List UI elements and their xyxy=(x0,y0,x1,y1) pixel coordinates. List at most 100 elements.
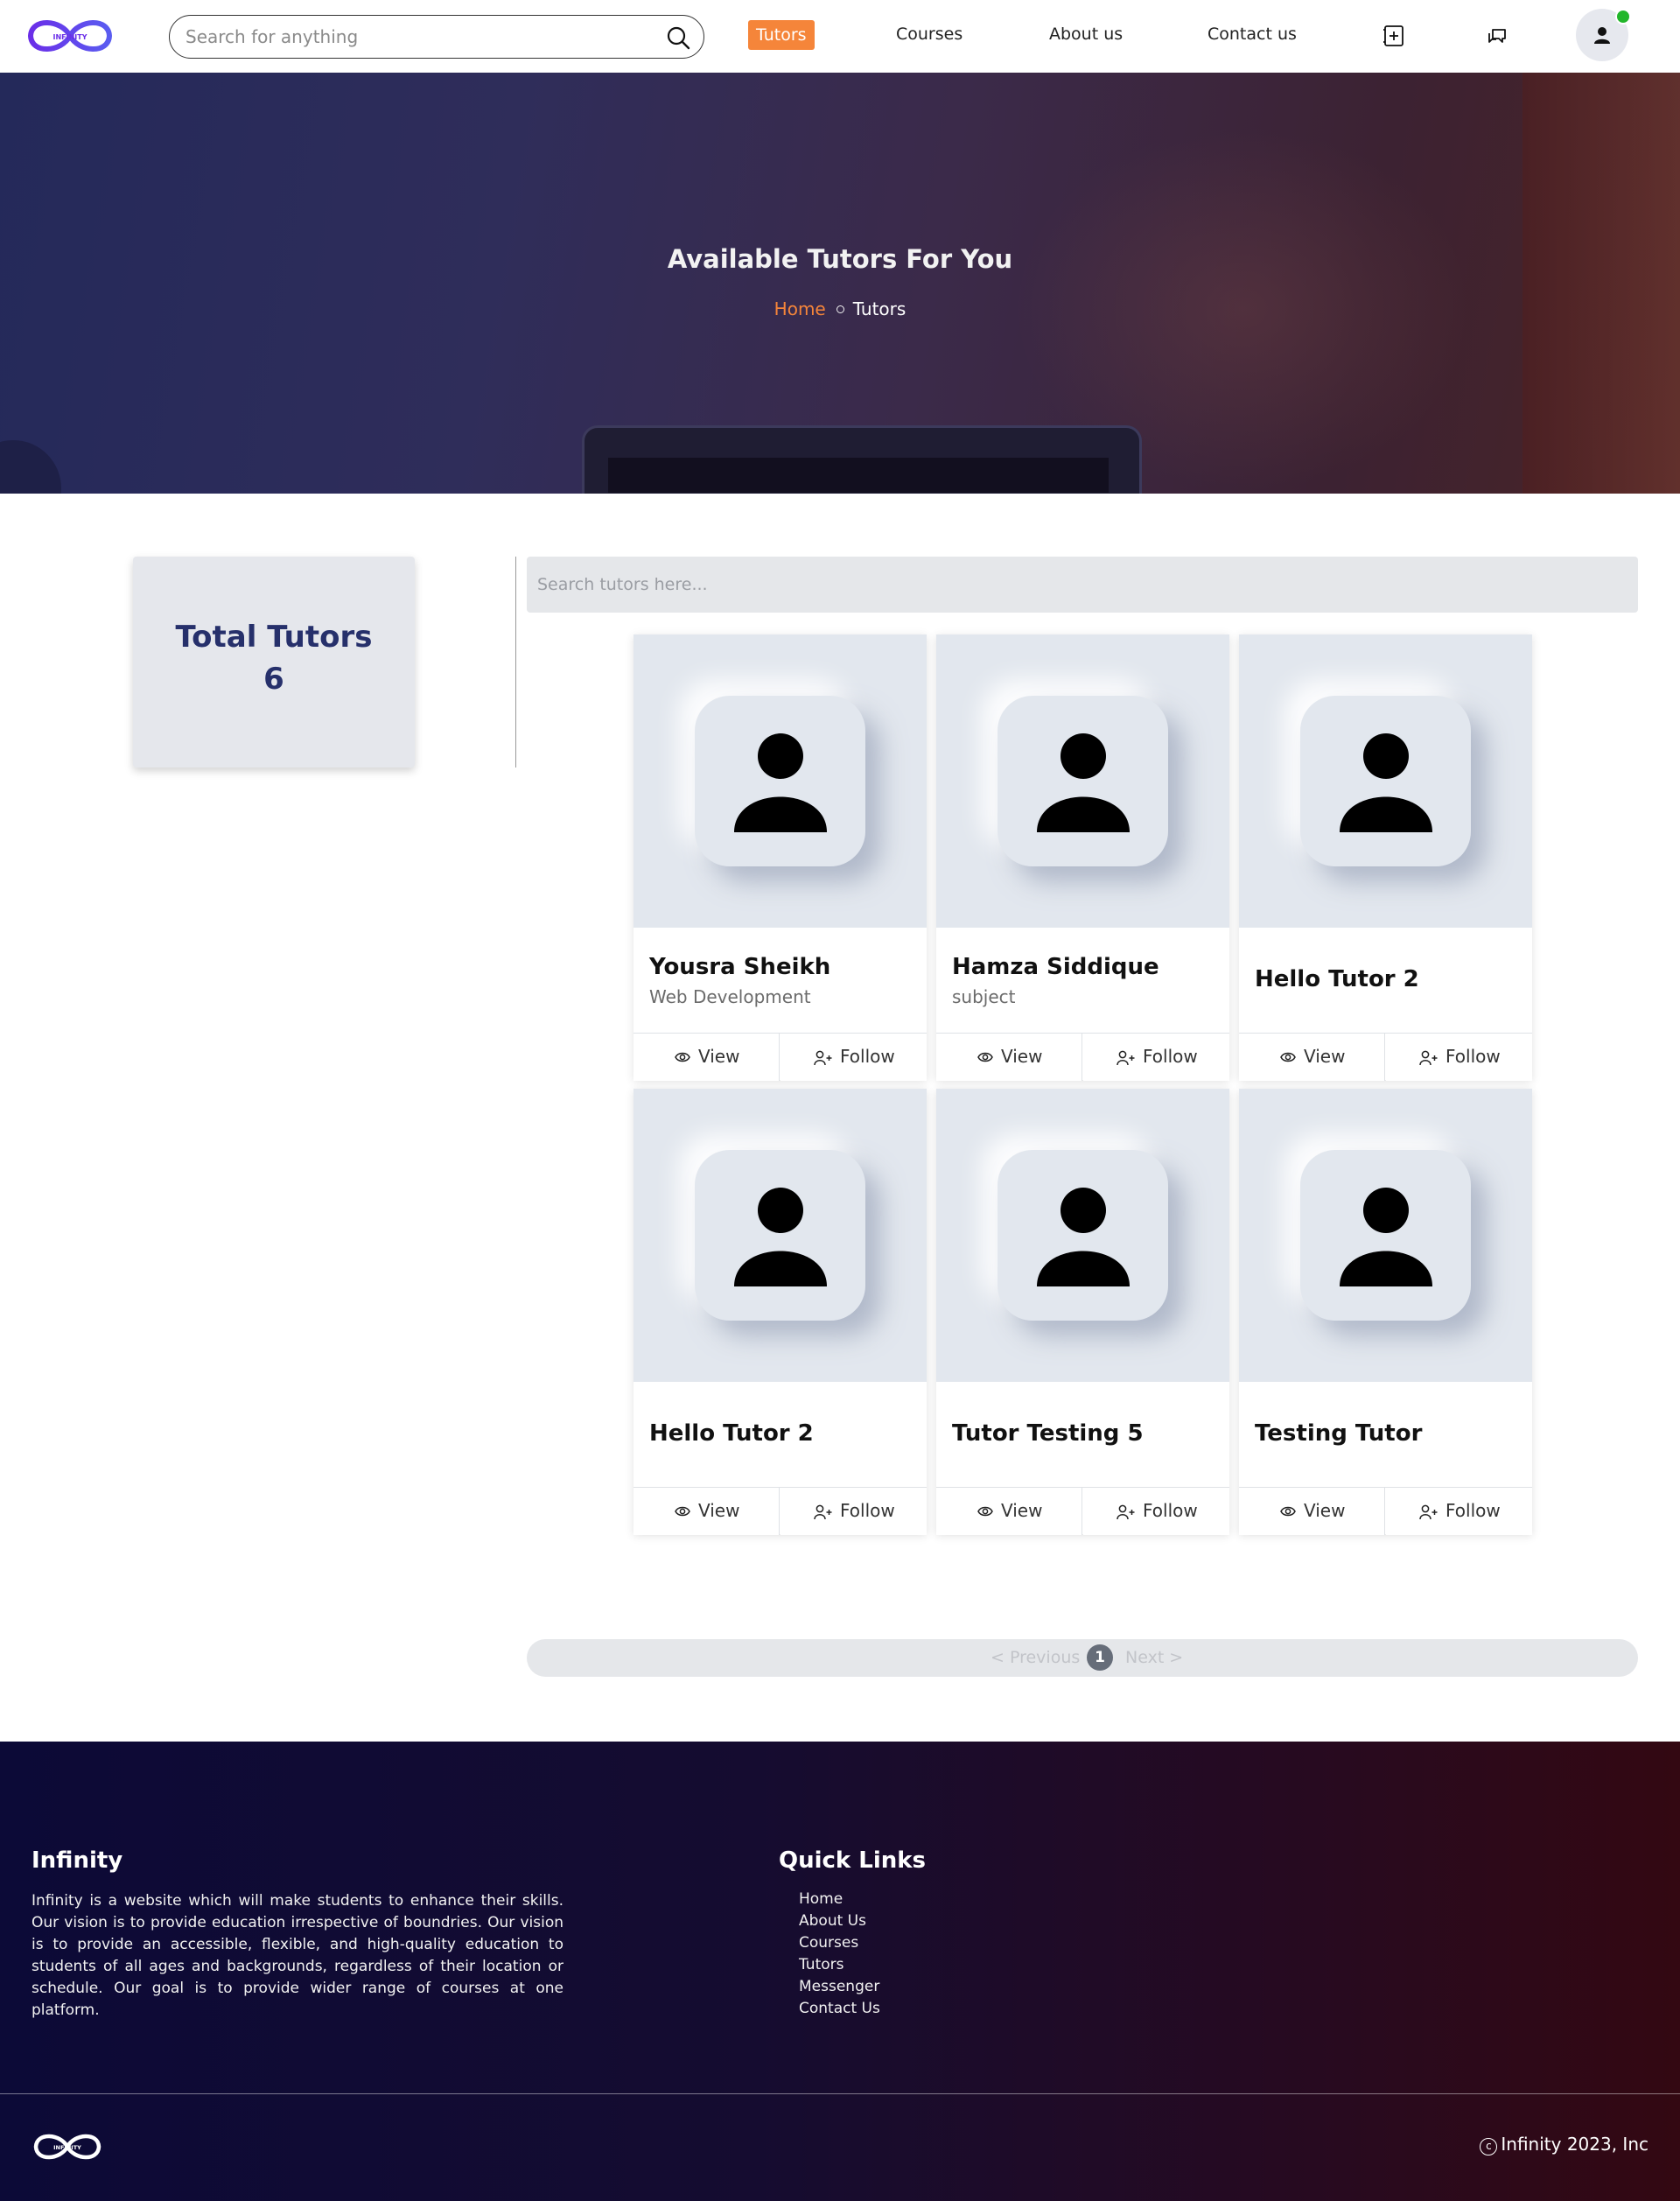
logo-text: INFINITY xyxy=(52,33,87,41)
follow-button[interactable]: Follow xyxy=(1083,1034,1229,1081)
nav-link-courses[interactable]: Courses xyxy=(896,25,962,44)
footer-link-contact[interactable]: Contact Us xyxy=(799,1998,880,2020)
footer-about-text: Infinity is a website which will make st… xyxy=(32,1892,564,2019)
view-button[interactable]: View xyxy=(936,1034,1082,1081)
view-button-label: View xyxy=(1001,1500,1043,1521)
view-button[interactable]: View xyxy=(634,1034,780,1081)
person-icon xyxy=(1340,1188,1432,1286)
view-button[interactable]: View xyxy=(936,1488,1082,1535)
online-status-dot xyxy=(1615,9,1631,25)
person-icon xyxy=(1037,733,1130,832)
infinity-logo[interactable]: INFINITY xyxy=(24,11,116,61)
view-button-label: View xyxy=(1304,1046,1346,1067)
person-icon xyxy=(1340,733,1432,832)
total-tutors-card: Total Tutors 6 xyxy=(133,557,415,768)
tutor-photo xyxy=(634,634,927,928)
follow-button[interactable]: Follow xyxy=(780,1488,927,1535)
footer-link-about[interactable]: About Us xyxy=(799,1910,880,1932)
quick-links-list: Home About Us Courses Tutors Messenger C… xyxy=(799,1889,880,2020)
hero-laptop-screen xyxy=(608,458,1109,493)
tutor-photo xyxy=(936,1089,1229,1382)
footer-link-messenger[interactable]: Messenger xyxy=(799,1976,880,1998)
follow-button[interactable]: Follow xyxy=(1083,1488,1229,1535)
tutor-card-actions: View Follow xyxy=(936,1033,1229,1081)
tutor-name: Testing Tutor xyxy=(1255,1420,1423,1447)
tutor-card-actions: View Follow xyxy=(634,1033,927,1081)
tutor-photo xyxy=(1239,634,1532,928)
eye-icon xyxy=(675,1506,690,1517)
breadcrumb: Home Tutors xyxy=(0,298,1680,319)
tutor-name: Hello Tutor 2 xyxy=(1255,966,1419,992)
follow-button-label: Follow xyxy=(840,1500,895,1521)
view-button-label: View xyxy=(1304,1500,1346,1521)
tutor-subject: subject xyxy=(952,986,1016,1007)
footer-title: Infinity xyxy=(32,1847,123,1874)
tutor-card: Hello Tutor 2 View Follow xyxy=(634,1089,927,1535)
copyright: c Infinity 2023, Inc xyxy=(1480,2134,1648,2155)
add-note-icon[interactable] xyxy=(1382,24,1406,48)
follow-button-label: Follow xyxy=(1446,1500,1501,1521)
tutor-card: Tutor Testing 5 View Follow xyxy=(936,1089,1229,1535)
hero-banner: Available Tutors For You Home Tutors xyxy=(0,73,1680,494)
tutor-card-actions: View Follow xyxy=(1239,1033,1532,1081)
nav-link-tutors[interactable]: Tutors xyxy=(748,20,815,50)
follow-button[interactable]: Follow xyxy=(1386,1488,1532,1535)
footer-link-courses[interactable]: Courses xyxy=(799,1932,880,1954)
global-search-box xyxy=(169,15,704,59)
footer-divider xyxy=(0,2093,1680,2094)
user-avatar-icon xyxy=(1594,27,1610,44)
view-button[interactable]: View xyxy=(1239,1488,1385,1535)
follow-button-label: Follow xyxy=(1143,1046,1198,1067)
view-button[interactable]: View xyxy=(1239,1034,1385,1081)
tutor-name: Tutor Testing 5 xyxy=(952,1420,1144,1447)
nav-link-about[interactable]: About us xyxy=(1049,25,1123,44)
view-button-label: View xyxy=(1001,1046,1043,1067)
pagination: < Previous 1 Next > xyxy=(527,1639,1638,1677)
breadcrumb-separator-icon xyxy=(836,305,844,313)
global-search-input[interactable] xyxy=(186,16,658,57)
next-page-button[interactable]: Next > xyxy=(1125,1648,1183,1667)
tutor-subject: Web Development xyxy=(649,986,811,1007)
follow-button[interactable]: Follow xyxy=(1386,1034,1532,1081)
user-plus-icon xyxy=(1116,1504,1135,1520)
page-number-button[interactable]: 1 xyxy=(1087,1644,1113,1671)
user-plus-icon xyxy=(1419,1050,1438,1066)
vertical-divider xyxy=(515,557,516,768)
follow-button-label: Follow xyxy=(1143,1500,1198,1521)
breadcrumb-home-link[interactable]: Home xyxy=(774,298,826,319)
user-plus-icon xyxy=(814,1050,832,1066)
follow-button[interactable]: Follow xyxy=(780,1034,927,1081)
view-button[interactable]: View xyxy=(634,1488,780,1535)
tutor-search-input[interactable] xyxy=(537,557,1622,613)
footer-logo-text: INFINITY xyxy=(53,2144,81,2151)
person-icon xyxy=(1037,1188,1130,1286)
page-title: Available Tutors For You xyxy=(667,244,1013,274)
eye-icon xyxy=(1280,1506,1296,1517)
footer-link-tutors[interactable]: Tutors xyxy=(799,1954,880,1976)
navbar: INFINITY Tutors Courses About us Contact… xyxy=(0,0,1680,73)
eye-icon xyxy=(1280,1052,1296,1062)
copyright-icon: c xyxy=(1480,2138,1498,2155)
tutor-card-actions: View Follow xyxy=(1239,1487,1532,1535)
chat-icon[interactable] xyxy=(1485,24,1509,48)
tutor-card-actions: View Follow xyxy=(634,1487,927,1535)
tutor-card: Hello Tutor 2 View Follow xyxy=(1239,634,1532,1081)
hero-backdrop-edge xyxy=(1522,73,1680,494)
search-icon[interactable] xyxy=(665,25,691,51)
person-icon xyxy=(734,1188,827,1286)
view-button-label: View xyxy=(698,1500,740,1521)
tutor-photo xyxy=(1239,1089,1532,1382)
person-icon xyxy=(734,733,827,832)
footer-link-home[interactable]: Home xyxy=(799,1889,880,1910)
total-tutors-label: Total Tutors xyxy=(175,620,373,655)
breadcrumb-current: Tutors xyxy=(852,298,906,319)
tutor-name: Hello Tutor 2 xyxy=(649,1420,814,1447)
follow-button-label: Follow xyxy=(1446,1046,1501,1067)
view-button-label: View xyxy=(698,1046,740,1067)
footer-infinity-logo[interactable]: INFINITY xyxy=(32,2127,103,2167)
previous-page-button[interactable]: < Previous xyxy=(990,1648,1080,1667)
tutor-card: Hamza Siddique subject View Follow xyxy=(936,634,1229,1081)
user-plus-icon xyxy=(1116,1050,1135,1066)
tutor-photo xyxy=(936,634,1229,928)
nav-link-contact[interactable]: Contact us xyxy=(1208,25,1297,44)
